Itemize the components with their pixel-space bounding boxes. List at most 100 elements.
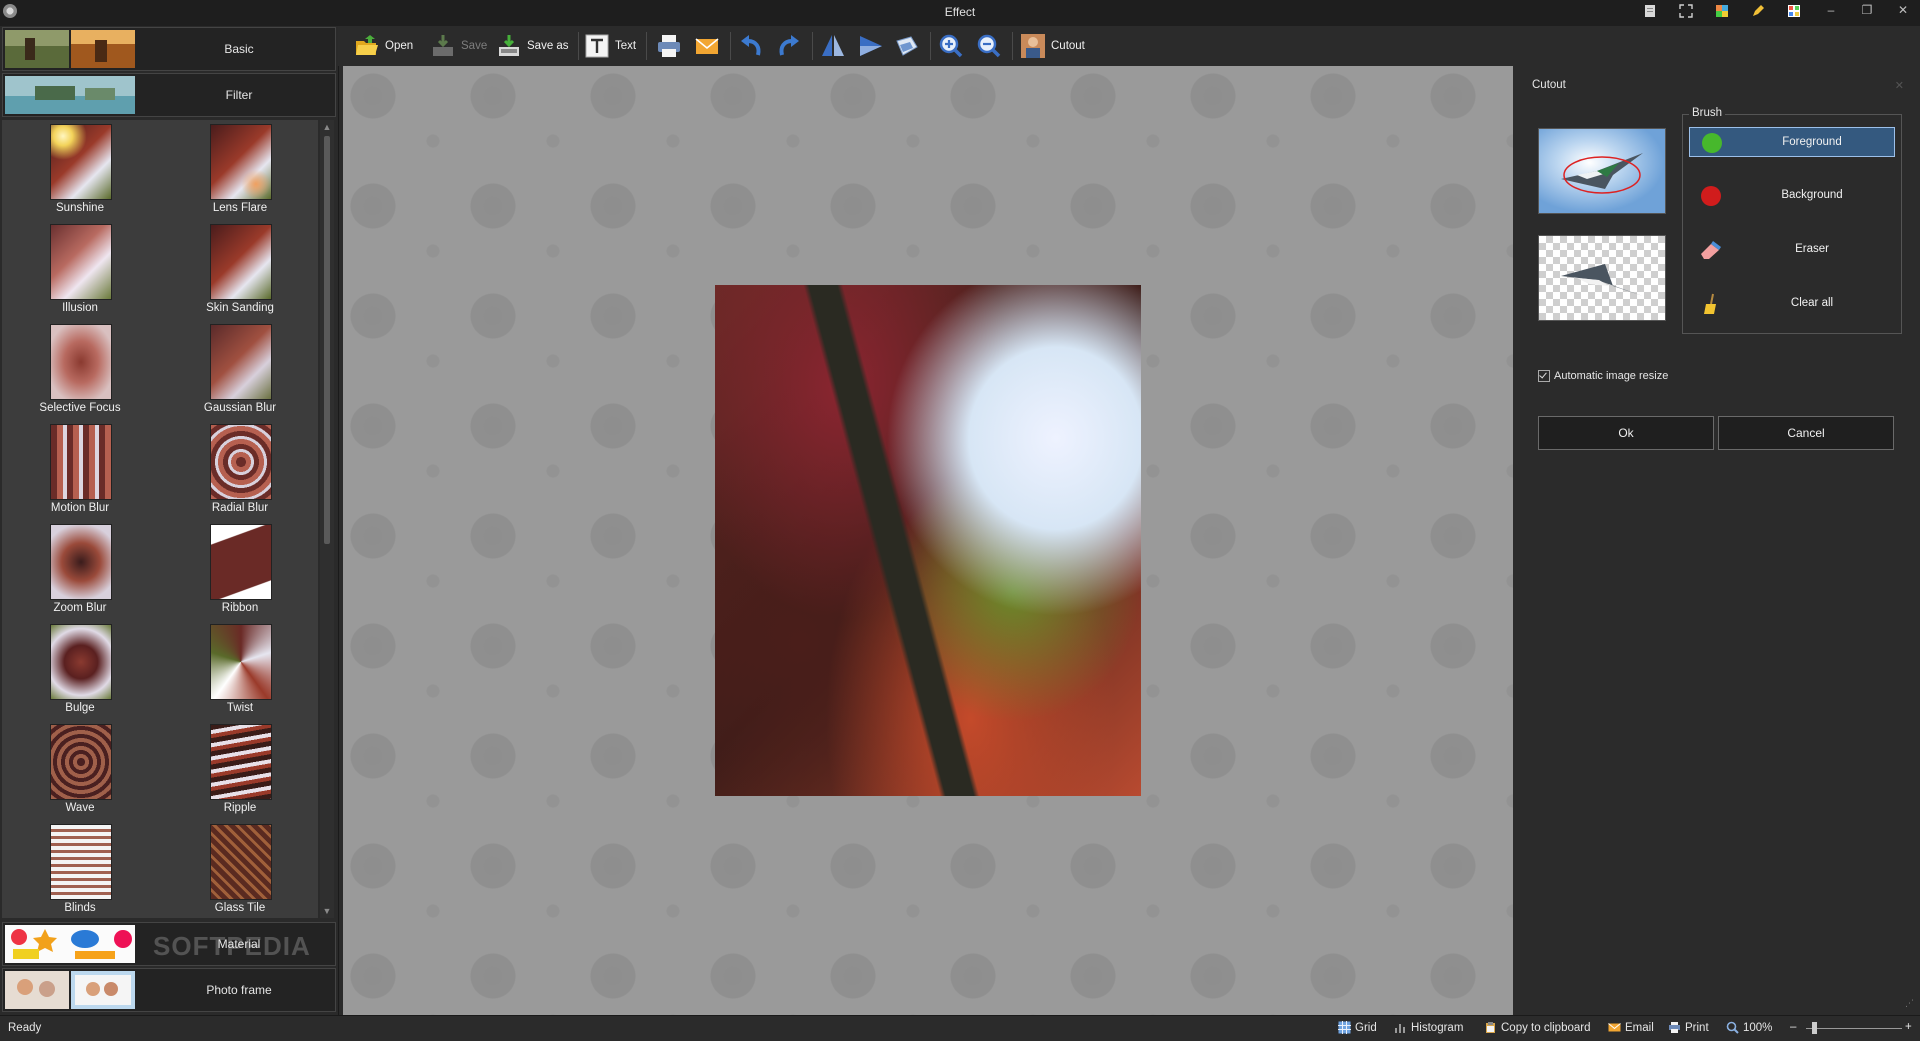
zoom-out-icon [977,34,1001,58]
resize-grip-icon[interactable]: ⋰ [1905,998,1914,1009]
cutout-bird-image [1561,264,1643,296]
toolbar-separator [646,32,647,60]
brush-eraser[interactable]: Eraser [1689,235,1895,265]
close-button[interactable]: ✕ [1892,3,1914,21]
cutout-button[interactable]: Cutout [1020,30,1085,62]
filter-tile-bulge[interactable]: Bulge [15,620,135,720]
clipboard-icon [1486,1022,1495,1033]
category-photo-frame[interactable]: Photo frame [2,968,336,1012]
category-label: Photo frame [206,983,272,997]
flip-icon [822,35,844,56]
brush-legend: Brush [1689,107,1726,119]
filter-tile-zoom-blur[interactable]: Zoom Blur [15,520,135,620]
pencil-icon[interactable] [1751,4,1765,18]
brush-clear-all[interactable]: Clear all [1689,289,1895,319]
email-button[interactable] [694,30,725,62]
save-as-icon [499,35,519,56]
filter-tile-ripple[interactable]: Ripple [175,720,295,820]
filter-tile-skin-sanding[interactable]: Skin Sanding [175,220,295,320]
save-as-button[interactable]: Save as [496,30,569,62]
print-status-button[interactable]: Print [1668,1021,1709,1034]
grid-color-icon[interactable] [1787,4,1801,18]
filter-grid: Sunshine Lens Flare Illusion Skin Sandin… [2,120,318,918]
save-icon [433,35,453,56]
minimize-button[interactable]: – [1820,3,1842,21]
grid-icon [1338,1021,1351,1034]
filter-thumbnail [210,624,272,700]
filter-tile-blinds[interactable]: Blinds [15,820,135,918]
scrollbar-thumb[interactable] [324,136,330,544]
open-button[interactable]: Open [354,30,413,62]
filter-tile-glass-tile[interactable]: Glass Tile [175,820,295,918]
category-label: Basic [224,42,254,56]
category-basic[interactable]: Basic [2,27,336,71]
undo-icon [741,35,761,56]
filter-tile-radial-blur[interactable]: Radial Blur [175,420,295,520]
checkbox-box[interactable] [1538,370,1550,382]
filter-tile-sunshine[interactable]: Sunshine [15,120,135,220]
print-button[interactable] [656,30,687,62]
zoom-in-button[interactable] [938,30,969,62]
filter-thumbnail [210,524,272,600]
scroll-down-arrow[interactable]: ▼ [322,906,332,916]
zoom-in-step-button[interactable]: + [1905,1021,1912,1033]
filter-tile-lens-flare[interactable]: Lens Flare [175,120,295,220]
redo-button[interactable] [776,30,807,62]
envelope-icon [1608,1023,1621,1032]
cancel-button[interactable]: Cancel [1718,416,1894,450]
magnifier-icon [1726,1021,1739,1034]
category-material[interactable]: Material SOFTPEDIA [2,922,336,966]
toolbar-separator [578,32,579,60]
printer-icon [1669,1022,1680,1033]
grid-toggle[interactable]: Grid [1338,1021,1377,1034]
brush-foreground[interactable]: Foreground [1689,127,1895,157]
filter-tile-gaussian-blur[interactable]: Gaussian Blur [175,320,295,420]
filter-scrollbar[interactable]: ▲ ▼ [320,120,334,918]
filter-tile-ribbon[interactable]: Ribbon [175,520,295,620]
copy-to-clipboard-button[interactable]: Copy to clipboard [1484,1021,1591,1034]
toolbar-separator [730,32,731,60]
category-filter[interactable]: Filter [2,73,336,117]
rotate-button[interactable] [858,30,889,62]
ok-button[interactable]: Ok [1538,416,1714,450]
filter-tile-motion-blur[interactable]: Motion Blur [15,420,135,520]
status-bar: Ready Grid Histogram Copy to clipboard E… [0,1015,1920,1041]
cutout-panel: Cutout ✕ Brush Foreground Background Era… [1516,66,1920,1015]
histogram-toggle[interactable]: Histogram [1394,1021,1463,1034]
filter-thumbnail [210,824,272,900]
filter-tile-illusion[interactable]: Illusion [15,220,135,320]
filter-tile-twist[interactable]: Twist [175,620,295,720]
zoom-slider-thumb[interactable] [1812,1022,1817,1034]
zoom-readout: 100% [1726,1021,1772,1034]
filter-thumbnail [210,424,272,500]
save-button[interactable]: Save [430,30,487,62]
effects-panel: Basic Filter Sunshine Lens Flare Illusio… [0,26,339,1016]
text-icon [585,34,609,58]
filter-tile-wave[interactable]: Wave [15,720,135,820]
restore-button[interactable]: ❐ [1856,3,1878,21]
email-status-button[interactable]: Email [1608,1021,1654,1034]
edited-photo[interactable] [715,285,1141,796]
close-icon[interactable]: ✕ [1895,79,1904,92]
undo-button[interactable] [738,30,769,62]
filter-thumbnail [50,224,112,300]
softpedia-watermark: SOFTPEDIA [153,931,311,961]
filter-tile-selective-focus[interactable]: Selective Focus [15,320,135,420]
flip-button[interactable] [820,30,851,62]
text-button[interactable]: Text [584,30,636,62]
palette-icon[interactable] [1715,4,1729,18]
histogram-icon [1395,1024,1405,1033]
zoom-out-step-button[interactable]: – [1790,1021,1796,1033]
zoom-out-button[interactable] [976,30,1007,62]
zoom-slider-track[interactable] [1806,1028,1902,1029]
document-icon[interactable] [1643,4,1657,18]
auto-resize-checkbox[interactable]: Automatic image resize [1538,370,1668,382]
transform-button[interactable] [894,30,925,62]
toolbar-separator [930,32,931,60]
broom-icon [1704,293,1716,314]
brush-background[interactable]: Background [1689,181,1895,211]
fullscreen-icon[interactable] [1679,4,1693,18]
auto-resize-label: Automatic image resize [1554,370,1669,382]
status-text: Ready [8,1022,42,1034]
scroll-up-arrow[interactable]: ▲ [322,122,332,132]
